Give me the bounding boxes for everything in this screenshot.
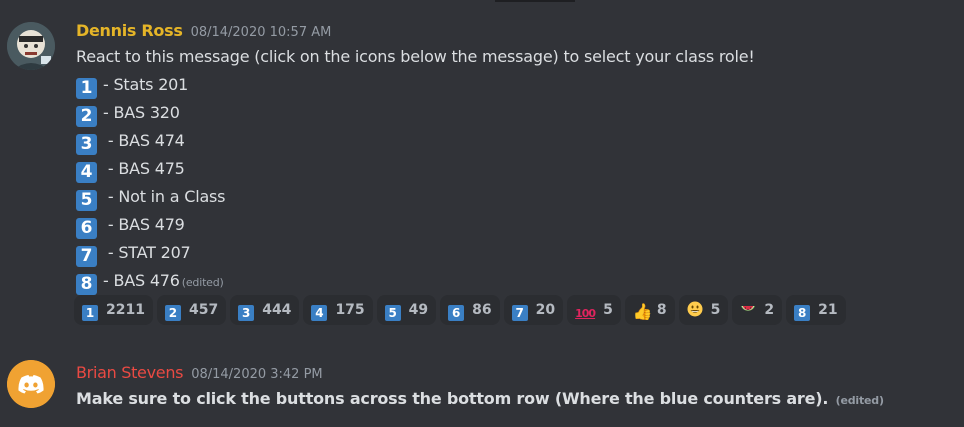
reaction-keycap-2[interactable]: 2 457 (156, 295, 227, 325)
avatar-image (7, 22, 55, 70)
role-line: 7 - STAT 207 (76, 239, 954, 267)
reaction-count: 444 (262, 302, 292, 318)
reaction-count: 175 (335, 302, 365, 318)
role-line: 3 - BAS 474 (76, 127, 954, 155)
reaction-count: 5 (710, 302, 721, 318)
grinning-face-icon (687, 298, 703, 317)
reaction-keycap-4[interactable]: 4 175 (303, 295, 373, 325)
keycap-8-icon: 8 (76, 273, 97, 295)
reaction-count: 2 (764, 302, 775, 318)
reaction-count: 457 (188, 302, 219, 318)
message-intro: React to this message (click on the icon… (76, 47, 755, 66)
avatar[interactable] (7, 360, 55, 408)
role-line: 6 - BAS 479 (76, 211, 954, 239)
keycap-2-icon: 2 (164, 305, 181, 321)
timestamp[interactable]: 08/14/2020 10:57 AM (191, 25, 332, 40)
discord-logo-icon (7, 360, 55, 408)
reaction-count: 8 (656, 302, 667, 318)
divider (495, 0, 575, 2)
edited-label: (edited) (835, 394, 884, 407)
role-line: 5 - Not in a Class (76, 183, 954, 211)
avatar[interactable] (7, 22, 55, 70)
timestamp[interactable]: 08/14/2020 3:42 PM (191, 367, 322, 382)
reaction-count: 2211 (106, 302, 145, 318)
role-text: - BAS 475 (103, 158, 185, 178)
role-line: 1 - Stats 201 (76, 71, 954, 99)
reaction-keycap-1[interactable]: 1 2211 (74, 295, 153, 325)
reaction-keycap-6[interactable]: 6 86 (440, 295, 500, 325)
role-text: - Not in a Class (103, 186, 226, 206)
reaction-count: 5 (603, 302, 613, 318)
keycap-2-icon: 2 (76, 105, 97, 127)
keycap-8-icon: 8 (794, 305, 811, 321)
role-text: - BAS 474 (103, 130, 185, 150)
keycap-1-icon: 1 (76, 77, 97, 99)
thumbs-up-icon: 👍 (632, 302, 653, 321)
message-text: Make sure to click the buttons across th… (76, 388, 954, 412)
reaction-count: 21 (818, 302, 838, 318)
author-name[interactable]: Brian Stevens (76, 363, 184, 382)
hundred-points-icon: 100 (575, 307, 596, 320)
reaction-bar: 1 2211 2 457 3 444 4 175 5 49 6 86 7 20 100 5 👍 8 5 2 8 21 (74, 295, 850, 325)
keycap-1-icon: 1 (82, 305, 98, 321)
message-content: Dennis Ross 08/14/2020 10:57 AM React to … (76, 20, 954, 296)
role-text: - BAS 479 (103, 214, 185, 234)
reaction-hundred-points[interactable]: 100 5 (567, 295, 621, 325)
keycap-5-icon: 5 (384, 305, 401, 321)
role-line: 8 - BAS 476 (edited) (76, 267, 954, 297)
role-line: 4 - BAS 475 (76, 155, 954, 183)
keycap-3-icon: 3 (76, 133, 97, 155)
keycap-7-icon: 7 (511, 305, 528, 321)
message-body: Make sure to click the buttons across th… (76, 389, 829, 408)
reaction-thumbs-up[interactable]: 👍 8 (624, 295, 675, 325)
keycap-3-icon: 3 (238, 305, 255, 321)
role-line: 2 - BAS 320 (76, 99, 954, 127)
watermelon-icon (740, 298, 756, 314)
message-header: Brian Stevens 08/14/2020 3:42 PM (76, 362, 954, 384)
reaction-count: 20 (535, 302, 556, 318)
role-text: - STAT 207 (103, 242, 191, 262)
reaction-watermelon[interactable]: 2 (732, 295, 783, 325)
keycap-6-icon: 6 (76, 217, 97, 239)
reaction-keycap-5[interactable]: 5 49 (376, 295, 437, 325)
reaction-keycap-3[interactable]: 3 444 (230, 295, 300, 325)
keycap-7-icon: 7 (76, 245, 97, 267)
reaction-count: 86 (472, 302, 492, 318)
reaction-grinning-face[interactable]: 5 (678, 295, 729, 325)
keycap-4-icon: 4 (311, 305, 328, 321)
role-text: - BAS 320 (103, 102, 180, 122)
message-header: Dennis Ross 08/14/2020 10:57 AM (76, 20, 954, 42)
keycap-5-icon: 5 (76, 189, 97, 211)
reaction-keycap-7[interactable]: 7 20 (503, 295, 564, 325)
author-name[interactable]: Dennis Ross (76, 21, 183, 40)
keycap-6-icon: 6 (448, 305, 465, 321)
role-text: - Stats 201 (103, 74, 189, 94)
edited-label: (edited) (181, 275, 224, 289)
role-list: 1 - Stats 201 2 - BAS 320 3 - BAS 474 4 - … (76, 71, 954, 297)
message-content: Brian Stevens 08/14/2020 3:42 PM Make sur… (76, 362, 954, 412)
reaction-keycap-8[interactable]: 8 21 (786, 295, 846, 325)
keycap-4-icon: 4 (76, 161, 97, 183)
role-text: - BAS 476 (103, 270, 180, 290)
reaction-count: 49 (408, 302, 429, 318)
